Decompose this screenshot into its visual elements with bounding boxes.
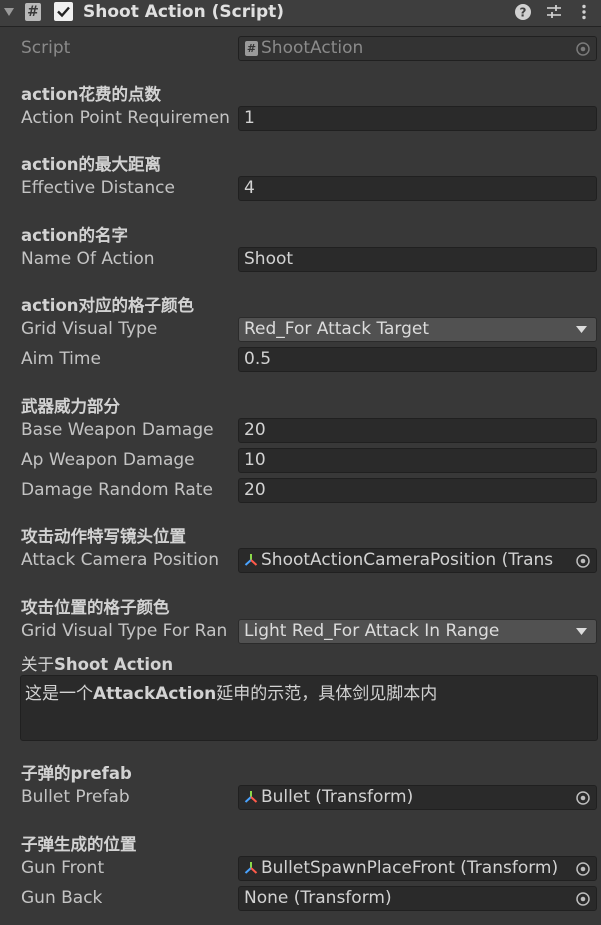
hash-icon: # xyxy=(25,3,41,21)
description-bold: AttackAction xyxy=(93,684,217,704)
section-header-distance: action的最大距离 xyxy=(21,155,162,174)
section-header-about: 关于Shoot Action xyxy=(21,651,173,675)
script-field[interactable]: # ShootAction xyxy=(238,36,597,61)
bullet-prefab-field[interactable]: Bullet (Transform) xyxy=(238,785,597,810)
section-header-bullet-prefab: 子弹的prefab xyxy=(21,764,132,783)
gun-front-label: Gun Front xyxy=(21,858,105,878)
action-point-label: Action Point Requiremen xyxy=(21,108,230,128)
sliders-icon[interactable] xyxy=(545,3,563,21)
description-prefix: 这是一个 xyxy=(25,684,93,704)
kebab-menu-icon[interactable] xyxy=(575,3,593,21)
object-picker-icon xyxy=(576,791,590,805)
section-header-weapon-power: 武器威力部分 xyxy=(21,397,120,416)
bullet-prefab-label: Bullet Prefab xyxy=(21,787,130,807)
chevron-down-icon xyxy=(576,628,587,635)
section-header-camera: 攻击动作特写镜头位置 xyxy=(21,527,186,546)
gun-front-value: BulletSpawnPlaceFront (Transform) xyxy=(261,858,559,878)
transform-icon xyxy=(244,862,258,874)
object-picker-button[interactable] xyxy=(569,887,596,910)
aim-time-input[interactable]: 0.5 xyxy=(238,347,597,372)
gun-back-value: None (Transform) xyxy=(244,888,392,908)
grid-visual-type-value: Red_For Attack Target xyxy=(244,319,430,339)
about-name: Shoot Action xyxy=(54,655,174,674)
section-header-action-point: action花费的点数 xyxy=(21,85,162,104)
help-icon[interactable]: ? xyxy=(514,3,532,21)
grid-visual-type-dropdown[interactable]: Red_For Attack Target xyxy=(238,317,597,342)
object-picker-icon xyxy=(576,862,590,876)
description-textarea[interactable]: 这是一个AttackAction延申的示范，具体剑见脚本内 xyxy=(20,675,598,741)
grid-visual-type-range-label: Grid Visual Type For Ran xyxy=(21,621,228,641)
name-of-action-input[interactable]: Shoot xyxy=(238,247,597,272)
object-picker-icon xyxy=(576,554,590,568)
transform-icon xyxy=(244,791,258,803)
object-picker-button[interactable] xyxy=(569,857,596,880)
name-of-action-label: Name Of Action xyxy=(21,249,155,269)
damage-random-rate-input[interactable]: 20 xyxy=(238,478,597,503)
script-value: ShootAction xyxy=(261,38,364,58)
effective-distance-input[interactable]: 4 xyxy=(238,176,597,201)
object-picker-icon xyxy=(576,892,590,906)
component-header[interactable]: # Shoot Action (Script) ? xyxy=(0,0,601,27)
object-picker-icon xyxy=(576,42,590,56)
grid-visual-type-label: Grid Visual Type xyxy=(21,319,158,339)
description-suffix: 延申的示范，具体剑见脚本内 xyxy=(216,684,438,704)
ap-weapon-damage-label: Ap Weapon Damage xyxy=(21,450,195,470)
hash-icon: # xyxy=(245,41,258,56)
object-picker-button[interactable] xyxy=(569,549,596,572)
gun-front-field[interactable]: BulletSpawnPlaceFront (Transform) xyxy=(238,856,597,881)
about-prefix: 关于 xyxy=(21,655,54,674)
component-title: Shoot Action (Script) xyxy=(83,2,285,22)
object-picker-button[interactable] xyxy=(569,786,596,809)
gun-back-field[interactable]: None (Transform) xyxy=(238,886,597,911)
ap-weapon-damage-input[interactable]: 10 xyxy=(238,448,597,473)
chevron-down-icon xyxy=(576,326,587,333)
aim-time-label: Aim Time xyxy=(21,349,101,369)
damage-random-rate-label: Damage Random Rate xyxy=(21,480,213,500)
attack-camera-position-label: Attack Camera Position xyxy=(21,550,219,570)
gun-back-label: Gun Back xyxy=(21,888,103,908)
checkmark-icon xyxy=(57,6,70,18)
effective-distance-label: Effective Distance xyxy=(21,178,175,198)
section-header-spawn: 子弹生成的位置 xyxy=(21,835,137,854)
grid-visual-type-range-value: Light Red_For Attack In Range xyxy=(244,621,500,641)
triangle-down-icon[interactable] xyxy=(3,5,15,19)
object-picker-button[interactable] xyxy=(569,37,596,60)
bullet-prefab-value: Bullet (Transform) xyxy=(261,787,414,807)
base-weapon-damage-label: Base Weapon Damage xyxy=(21,420,214,440)
section-header-grid-color: action对应的格子颜色 xyxy=(21,296,195,315)
action-point-input[interactable]: 1 xyxy=(238,106,597,131)
attack-camera-position-field[interactable]: ShootActionCameraPosition (Trans xyxy=(238,548,597,573)
enabled-checkbox[interactable] xyxy=(54,2,73,21)
svg-text:?: ? xyxy=(520,6,527,20)
section-header-range-color: 攻击位置的格子颜色 xyxy=(21,598,170,617)
script-label: Script xyxy=(21,38,71,58)
attack-camera-position-value: ShootActionCameraPosition (Trans xyxy=(261,550,554,570)
transform-icon xyxy=(244,554,258,566)
section-header-name: action的名字 xyxy=(21,226,129,245)
grid-visual-type-range-dropdown[interactable]: Light Red_For Attack In Range xyxy=(238,619,597,644)
base-weapon-damage-input[interactable]: 20 xyxy=(238,418,597,443)
